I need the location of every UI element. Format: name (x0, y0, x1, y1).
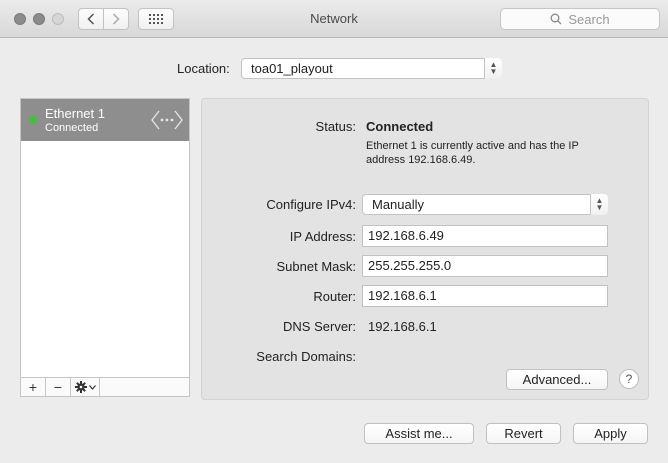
updown-arrows-icon: ▲ ▼ (590, 194, 608, 215)
location-popup[interactable]: toa01_playout ▲ ▼ (241, 58, 502, 79)
search-field[interactable]: Search (500, 8, 660, 30)
zoom-window-button[interactable] (52, 13, 64, 25)
status-description-line1: Ethernet 1 is currently active and has t… (366, 140, 579, 152)
close-window-button[interactable] (14, 13, 26, 25)
apply-button[interactable]: Apply (573, 423, 648, 444)
advanced-button[interactable]: Advanced... (506, 369, 608, 390)
search-placeholder: Search (568, 11, 610, 27)
service-name: Ethernet 1 (45, 106, 105, 121)
search-icon (550, 13, 562, 25)
dns-server-value: 192.168.6.1 (368, 319, 437, 334)
grid-icon (149, 14, 163, 24)
dns-server-label: DNS Server: (283, 319, 356, 334)
forward-button[interactable] (103, 8, 129, 30)
status-value: Connected (366, 119, 434, 134)
service-list-toolbar: + − (21, 377, 189, 396)
back-button[interactable] (78, 8, 104, 30)
service-item-ethernet-1[interactable]: Ethernet 1 Connected (21, 99, 189, 141)
service-list[interactable]: Ethernet 1 Connected + − (20, 98, 190, 397)
location-value: toa01_playout (251, 61, 333, 76)
chevron-down-icon (88, 384, 96, 390)
ip-address-field[interactable]: 192.168.6.49 (362, 225, 608, 247)
location-label: Location: (177, 61, 230, 76)
search-domains-label: Search Domains: (256, 349, 356, 364)
gear-icon (74, 381, 87, 393)
subnet-mask-label: Subnet Mask: (276, 259, 357, 274)
service-status: Connected (45, 122, 99, 134)
chevron-right-icon (112, 13, 120, 25)
show-all-button[interactable] (138, 8, 174, 30)
revert-button[interactable]: Revert (486, 423, 561, 444)
help-button[interactable]: ? (619, 369, 639, 389)
router-label: Router: (313, 289, 356, 304)
status-description-line2: address 192.168.6.49. (366, 154, 476, 166)
action-menu-button[interactable] (71, 378, 100, 396)
subnet-mask-field[interactable]: 255.255.255.0 (362, 255, 608, 277)
configure-ipv4-value: Manually (372, 197, 425, 212)
ip-address-label: IP Address: (289, 229, 356, 244)
updown-arrows-icon: ▲ ▼ (484, 58, 502, 79)
remove-service-button[interactable]: − (46, 378, 71, 396)
configure-ipv4-popup[interactable]: Manually ▲ ▼ (362, 194, 608, 215)
add-service-button[interactable]: + (21, 378, 46, 396)
status-label: Status: (315, 119, 356, 134)
service-detail-panel: Status: Connected Ethernet 1 is currentl… (201, 98, 649, 400)
minimize-window-button[interactable] (33, 13, 45, 25)
status-dot-icon (29, 116, 37, 124)
title-bar: Network Search (0, 0, 668, 38)
assist-me-button[interactable]: Assist me... (364, 423, 474, 444)
configure-ipv4-label: Configure IPv4: (266, 197, 356, 212)
ethernet-icon (151, 110, 183, 130)
router-field[interactable]: 192.168.6.1 (362, 285, 608, 307)
chevron-left-icon (87, 13, 95, 25)
